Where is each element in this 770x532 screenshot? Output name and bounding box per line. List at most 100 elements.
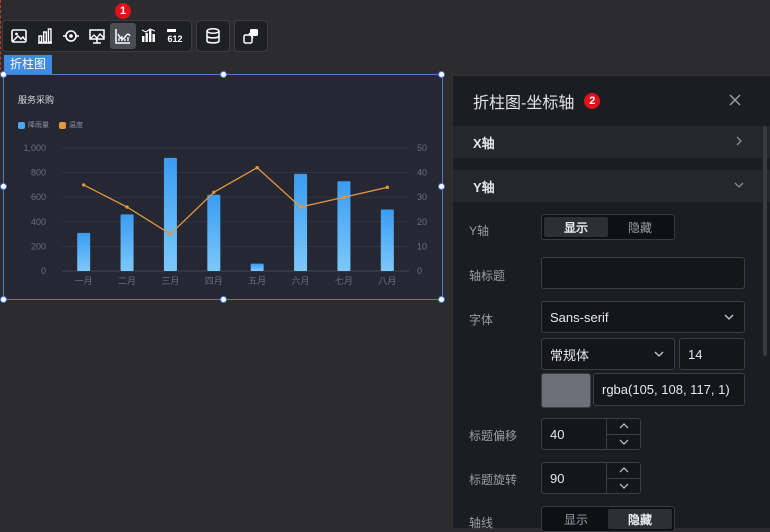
chevron-down-icon — [724, 314, 734, 320]
title-offset-value: 40 — [550, 426, 565, 442]
stepper-controls — [606, 419, 640, 449]
x-tick-label: 四月 — [205, 276, 223, 286]
hide-option[interactable]: 隐藏 — [608, 509, 672, 529]
resize-handle[interactable] — [0, 296, 7, 303]
y-tick-label-left: 200 — [31, 241, 46, 251]
show-option[interactable]: 显示 — [544, 217, 608, 237]
panel-title: 折柱图-坐标轴 — [473, 95, 575, 112]
bar — [207, 194, 221, 271]
axis-title-input[interactable] — [541, 257, 745, 289]
font-family-select[interactable]: Sans-serif — [541, 301, 745, 333]
chevron-down-icon — [654, 351, 664, 357]
y-tick-label-right: 30 — [417, 192, 427, 202]
section-y-axis-label: Y轴 — [473, 179, 495, 195]
title-offset-label: 标题偏移 — [469, 429, 518, 443]
decrement-icon[interactable] — [607, 435, 640, 450]
bar-line-chart-icon[interactable]: 1 — [110, 3, 136, 49]
chart-card[interactable]: 服务采购 降雨量 温度 0 200 400 600 800 1,000 0 10 20 30 40 5… — [3, 74, 443, 300]
decrement-icon[interactable] — [607, 479, 640, 494]
target-icon[interactable] — [58, 23, 84, 49]
resize-handle[interactable] — [438, 71, 445, 78]
font-family-value: Sans-serif — [550, 309, 609, 325]
font-color-input[interactable]: rgba(105, 108, 117, 1) — [593, 373, 745, 406]
x-tick-label: 八月 — [378, 276, 396, 286]
resize-handle[interactable] — [438, 183, 445, 190]
y-tick-label-right: 10 — [417, 241, 427, 251]
font-weight-select[interactable]: 常规体 — [541, 338, 675, 370]
axis-line-label: 轴线 — [469, 516, 494, 530]
y-tick-label-right: 50 — [417, 143, 427, 153]
increment-icon[interactable] — [607, 419, 640, 435]
step-badge-2: 2 — [584, 93, 601, 109]
line-point — [125, 205, 129, 209]
section-x-axis[interactable]: X轴 — [453, 126, 770, 158]
line-point — [342, 195, 346, 199]
line-point — [81, 183, 86, 187]
increment-icon[interactable] — [607, 463, 640, 479]
bar — [77, 232, 91, 271]
chart-plot: 0 200 400 600 800 1,000 0 10 20 30 40 50 一月 二月 三月 四月 五月 六… — [23, 143, 427, 286]
chart-type-group: 1 612 — [2, 3, 192, 52]
resize-handle[interactable] — [0, 71, 7, 78]
close-icon[interactable] — [727, 92, 743, 108]
chevron-right-icon — [736, 136, 742, 146]
component-tag[interactable]: 折柱图 — [4, 55, 53, 74]
title-offset-stepper[interactable]: 40 — [541, 418, 641, 450]
bar — [120, 214, 134, 271]
resize-handle[interactable] — [220, 71, 227, 78]
line-point — [385, 185, 390, 190]
line-point — [168, 232, 173, 236]
resize-handle[interactable] — [0, 183, 7, 190]
y-tick-label-right: 40 — [417, 168, 427, 178]
x-tick-label: 五月 — [248, 276, 266, 286]
data-group — [196, 20, 230, 52]
database-icon[interactable] — [200, 23, 226, 49]
x-tick-label: 三月 — [161, 276, 179, 286]
bar — [380, 209, 394, 271]
number-icon[interactable]: 612 — [162, 23, 188, 49]
title-rotate-value: 90 — [550, 470, 565, 486]
section-y-axis[interactable]: Y轴 — [453, 170, 770, 202]
x-tick-label: 六月 — [292, 275, 310, 286]
chevron-down-icon — [734, 182, 744, 188]
axis-title-label: 轴标题 — [469, 269, 506, 283]
share-icon[interactable] — [238, 23, 264, 49]
title-rotate-label: 标题旋转 — [469, 473, 518, 487]
number-icon-text: 612 — [167, 34, 182, 44]
line-point — [212, 190, 216, 194]
line-point — [255, 165, 259, 170]
font-size-input[interactable]: 14 — [679, 338, 745, 370]
bar-chart-icon[interactable] — [32, 23, 58, 49]
section-x-axis-label: X轴 — [473, 135, 495, 151]
x-tick-label: 二月 — [118, 276, 136, 286]
bar — [294, 173, 308, 271]
y-tick-label-left: 400 — [31, 217, 46, 227]
bar — [337, 181, 351, 271]
map-flag-icon[interactable] — [84, 23, 110, 49]
line-point — [298, 205, 303, 209]
axis-line-visibility-toggle: 显示 隐藏 — [541, 506, 675, 532]
histogram-icon[interactable] — [136, 23, 162, 49]
panel-header: 折柱图-坐标轴 2 — [453, 76, 770, 126]
font-label: 字体 — [469, 313, 494, 327]
share-group — [234, 20, 268, 52]
x-tick-label: 七月 — [335, 276, 353, 286]
y-axis-toggle-label: Y轴 — [469, 224, 490, 238]
show-option[interactable]: 显示 — [544, 509, 608, 529]
component-toolbar: 1 612 — [2, 3, 268, 52]
y-axis-visibility-toggle: 显示 隐藏 — [541, 214, 675, 240]
resize-handle[interactable] — [438, 296, 445, 303]
x-tick-label: 一月 — [75, 276, 93, 286]
hide-option[interactable]: 隐藏 — [608, 217, 672, 237]
resize-handle[interactable] — [220, 296, 227, 303]
title-rotate-stepper[interactable]: 90 — [541, 462, 641, 494]
font-color-swatch[interactable] — [541, 373, 591, 408]
panel-scrollbar[interactable] — [763, 126, 767, 356]
bar — [250, 263, 264, 271]
y-tick-label-left: 600 — [31, 192, 46, 202]
y-tick-label-left: 0 — [41, 266, 46, 276]
y-tick-label-left: 1,000 — [23, 143, 46, 153]
axis-settings-panel: 折柱图-坐标轴 2 X轴 Y轴 Y轴 显示 隐藏 轴标题 字体 Sans-ser… — [452, 75, 770, 532]
image-icon[interactable] — [6, 23, 32, 49]
bar — [163, 157, 177, 271]
